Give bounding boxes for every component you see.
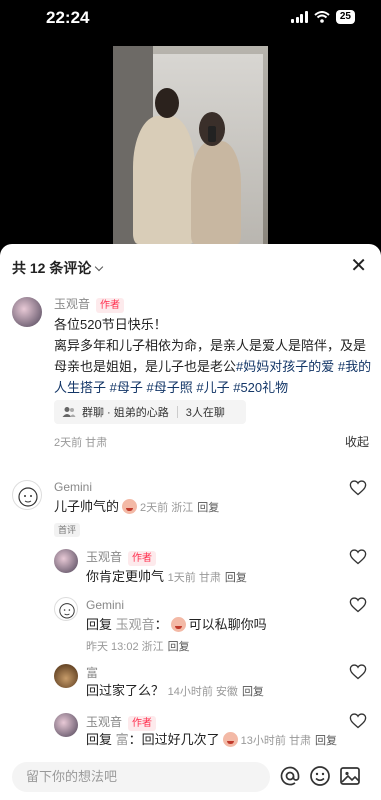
reply-author-name[interactable]: Gemini <box>86 598 124 612</box>
status-time: 22:24 <box>46 8 90 27</box>
avatar[interactable] <box>12 297 42 327</box>
post-photo[interactable] <box>113 46 268 244</box>
group-icon <box>62 407 76 417</box>
collapse-button[interactable]: 收起 <box>345 433 369 450</box>
mention[interactable]: 富 <box>116 732 129 747</box>
phone <box>208 126 216 142</box>
heart-icon[interactable] <box>349 549 367 565</box>
person-left-head <box>155 88 179 118</box>
reply-button[interactable]: 回复 <box>168 641 190 653</box>
comment-input[interactable]: 留下你的想法吧 <box>12 762 270 792</box>
emoji-icon <box>170 617 186 632</box>
battery-icon: 25 <box>335 10 355 24</box>
avatar[interactable] <box>54 597 78 621</box>
comment-input-placeholder: 留下你的想法吧 <box>26 769 118 784</box>
comment-author-name[interactable]: Gemini <box>54 480 92 494</box>
group-chat-chip[interactable]: 群聊 · 姐弟的心路 3人在聊 <box>54 400 246 424</box>
avatar[interactable] <box>54 549 78 573</box>
cartoon-face-icon <box>59 603 75 619</box>
reply-meta: 13小时前 甘肃 回复 <box>240 735 337 747</box>
comment-text[interactable]: 儿子帅气的 2天前 浙江 回复 <box>54 496 219 519</box>
reply-text[interactable]: 回过家了么？ 14小时前 安徽 回复 <box>86 680 264 703</box>
mention[interactable]: 玉观音 <box>116 617 155 632</box>
reply-meta: 1天前 甘肃 回复 <box>167 572 247 584</box>
reply-button[interactable]: 回复 <box>197 502 219 514</box>
hashtag[interactable]: #儿子 <box>196 380 229 395</box>
signal-icon <box>291 11 308 23</box>
emoji-icon <box>222 732 238 747</box>
comment-author-name[interactable]: 玉观音 作者 <box>54 295 125 313</box>
person-right <box>191 141 241 244</box>
reply-button[interactable]: 回复 <box>242 686 264 698</box>
hashtag[interactable]: #妈妈对孩子的爱 <box>236 359 334 374</box>
person-left <box>133 116 195 244</box>
emoji-icon[interactable] <box>308 764 332 788</box>
reply-author-name[interactable]: 富 <box>86 664 98 681</box>
cartoon-face-icon <box>18 487 38 507</box>
status-icons: 25 <box>291 10 355 24</box>
hashtag[interactable]: #母子 <box>110 380 143 395</box>
chevron-down-icon[interactable] <box>95 262 104 272</box>
reply-text[interactable]: 你肯定更帅气 1天前 甘肃 回复 <box>86 566 247 589</box>
first-comment-badge: 首评 <box>54 523 81 537</box>
at-mention-icon[interactable] <box>278 764 302 788</box>
hashtag[interactable]: #母子照 <box>147 380 193 395</box>
reply-author-name[interactable]: 玉观音 作者 <box>86 548 157 566</box>
comment-text[interactable]: 各位520节日快乐！ 离异多年和儿子相依为命，是亲人是爱人是陪伴，及是母亲也是姐… <box>54 314 372 398</box>
image-icon[interactable] <box>338 764 362 788</box>
avatar[interactable] <box>54 713 78 737</box>
comment-count-title[interactable]: 共 12 条评论 <box>12 260 91 276</box>
avatar[interactable] <box>54 664 78 688</box>
comment-sheet: 共 12 条评论 ✕ 玉观音 作者 各位520节日快乐！ 离异多年和儿子相依为命，… <box>0 244 381 800</box>
reply-button[interactable]: 回复 <box>315 735 337 747</box>
heart-icon[interactable] <box>349 480 367 496</box>
close-icon[interactable]: ✕ <box>350 256 367 276</box>
sheet-header: 共 12 条评论 ✕ <box>12 256 369 278</box>
reply-meta: 昨天 13:02 浙江 回复 <box>86 641 190 653</box>
avatar[interactable] <box>12 480 42 510</box>
comment-meta: 2天前 浙江 回复 <box>140 502 220 514</box>
reply-text[interactable]: 回复 富：回过好几次了 13小时前 甘肃 回复 <box>86 729 337 752</box>
reply-button[interactable]: 回复 <box>225 572 247 584</box>
group-chat-count: 3人在聊 <box>185 407 225 419</box>
status-bar: 22:24 25 <box>0 0 381 36</box>
author-badge: 作者 <box>96 298 125 313</box>
heart-icon[interactable] <box>349 597 367 613</box>
author-badge: 作者 <box>128 551 157 566</box>
emoji-icon <box>122 499 138 514</box>
wifi-icon <box>314 11 330 23</box>
group-chat-name: 群聊 · 姐弟的心路 <box>82 407 169 419</box>
reply-text[interactable]: 回复 玉观音： 可以私聊你吗 <box>86 614 267 635</box>
hashtag[interactable]: #520礼物 <box>233 380 288 395</box>
heart-icon[interactable] <box>349 664 367 680</box>
reply-meta: 14小时前 安徽 回复 <box>167 686 264 698</box>
comment-meta: 2天前 甘肃 <box>54 437 108 449</box>
heart-icon[interactable] <box>349 713 367 729</box>
